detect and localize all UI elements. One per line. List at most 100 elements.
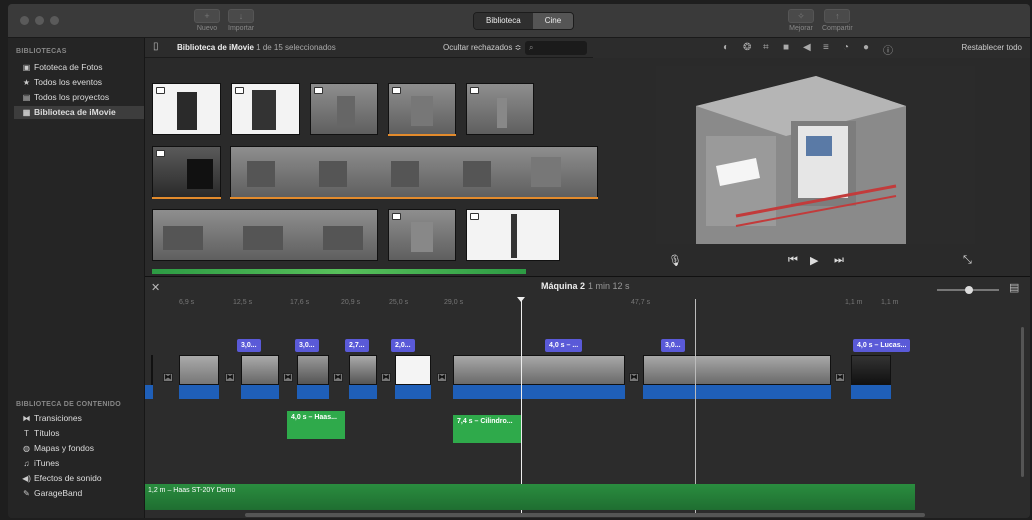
transition-icon[interactable]: ⧓ [283,373,293,382]
clip-thumbnail[interactable] [466,83,534,135]
close-timeline-icon[interactable]: ✕ [151,281,160,294]
speed-icon[interactable]: ◔ [843,42,849,53]
window-controls[interactable] [20,16,59,25]
enhance-button[interactable]: ✧ Mejorar [788,9,814,32]
zoom-slider[interactable] [937,286,999,294]
timeline: ✕ Máquina 21 min 12 s ▤ 6,9 s 12,5 s 17,… [145,276,1030,518]
transition-icon[interactable]: ⧓ [629,373,639,382]
clip-filmstrip[interactable] [230,146,598,198]
video-clip[interactable] [643,355,831,385]
clip-filter-icon[interactable]: ● [863,42,869,53]
import-icon: ↓ [228,9,255,23]
minimize-window-button[interactable] [35,16,44,25]
tab-library[interactable]: Biblioteca [474,13,533,29]
title-clip[interactable]: 3,0... [237,339,261,352]
info-icon[interactable]: ⓘ [883,42,893,57]
video-clip[interactable] [151,355,153,385]
sidebar-item-all-events[interactable]: ★ Todos los eventos [14,76,144,89]
transition-icon[interactable]: ⧓ [333,373,343,382]
sidebar-item-imovie-library[interactable]: ▦ Biblioteca de iMovie [14,106,144,119]
clip-thumbnail[interactable] [152,146,221,198]
clip-filmstrip[interactable] [152,209,378,261]
video-clip[interactable] [241,355,279,385]
sidebar-item-garageband[interactable]: ✎ GarageBand [14,487,144,500]
machine-shape [531,157,561,187]
sidebar-item-all-projects[interactable]: ▤ Todos los proyectos [14,91,144,104]
title-clip[interactable]: 4,0 s – Lucas... [853,339,911,352]
sidebar-item-label: Efectos de sonido [34,473,102,483]
color-correction-icon[interactable]: ❂ [743,42,751,53]
transition-icon[interactable]: ⧓ [437,373,447,382]
transition-icon[interactable]: ⧓ [163,373,173,382]
crop-icon[interactable]: ⌗ [763,42,769,53]
title-clip[interactable]: 2,7... [345,339,369,352]
search-input[interactable]: ⌕ [525,41,587,55]
zoom-window-button[interactable] [50,16,59,25]
title-clip[interactable]: 3,0... [295,339,319,352]
clip-thumbnail[interactable] [388,209,456,261]
skip-back-icon[interactable]: ⏮ [788,254,798,267]
clip-thumbnail[interactable] [231,83,300,135]
new-button[interactable]: + Nuevo [194,9,220,32]
title-clip[interactable]: 2,0... [391,339,415,352]
video-clip[interactable] [395,355,431,385]
close-window-button[interactable] [20,16,29,25]
play-icon[interactable]: ▶ [810,254,818,267]
color-balance-icon[interactable]: ◐ [723,42,729,53]
volume-icon[interactable]: ◀ [803,42,811,53]
video-clip[interactable] [851,355,891,385]
video-clip[interactable] [297,355,329,385]
library-cinema-switch: Biblioteca Cine [473,12,575,30]
overlay-clip[interactable]: 4,0 s – Haas... [287,411,345,425]
audio-clip-strip[interactable] [152,269,526,274]
title-clip[interactable]: 3,0... [661,339,685,352]
video-viewer[interactable] [656,66,975,244]
sidebar-item-transitions[interactable]: ⧓ Transiciones [14,412,144,425]
import-button[interactable]: ↓ Importar [228,9,254,32]
clip-thumbnail[interactable] [310,83,378,135]
overlay-clip-body[interactable] [287,425,345,439]
zoom-slider-knob[interactable] [965,286,973,294]
selection-range [230,197,598,199]
transition-icon[interactable]: ⧓ [381,373,391,382]
clip-thumbnail[interactable] [466,209,560,261]
voiceover-icon[interactable]: 🎙 [668,254,682,267]
filmstrip-settings-icon[interactable]: ▤ [1009,281,1019,294]
sidebar-item-itunes[interactable]: ♫ iTunes [14,457,144,470]
transition-icon[interactable]: ⧓ [835,373,845,382]
rejected-filter[interactable]: Ocultar rechazados ≎ [443,43,521,52]
sidebar-item-sound-effects[interactable]: ◀) Efectos de sonido [14,472,144,485]
timeline-scrollbar[interactable] [245,513,925,517]
sidebar-item-photos[interactable]: ▣ Fototeca de Fotos [14,61,144,74]
machine-shape [463,161,491,187]
library-info: Biblioteca de iMovie 1 de 15 seleccionad… [177,43,336,52]
playhead-marker[interactable] [517,297,525,302]
machine-shape [252,90,276,130]
title-clip[interactable]: 4,0 s – ... [545,339,583,352]
overlay-clip[interactable]: 7,4 s – Cilindro... [453,415,521,429]
camera-icon [156,150,165,157]
skip-forward-icon[interactable]: ⏭ [834,254,844,267]
noise-reduction-icon[interactable]: ≡ [823,42,829,53]
clip-thumbnail[interactable] [388,83,456,135]
video-clip[interactable] [349,355,377,385]
playhead[interactable] [521,299,522,514]
background-music-track[interactable]: 1,2 m – Haas ST-20Y Demo [145,484,915,510]
sidebar-item-titles[interactable]: T Títulos [14,427,144,440]
fullscreen-icon[interactable]: ⤡ [963,254,972,267]
overlay-clip-body[interactable] [453,429,521,443]
clip-thumbnail[interactable] [152,83,221,135]
transition-icon[interactable]: ⧓ [225,373,235,382]
tab-cinema[interactable]: Cine [532,13,574,29]
sidebar-item-label: Todos los eventos [34,77,103,87]
clip-audio [395,385,431,399]
video-clip[interactable] [453,355,625,385]
sidebar-toggle-icon[interactable]: ▯ [153,41,159,52]
share-button[interactable]: ↑ Compartir [822,9,853,32]
stabilization-icon[interactable]: ■ [783,42,789,53]
video-clip[interactable] [179,355,219,385]
sidebar-item-maps[interactable]: ◍ Mapas y fondos [14,442,144,455]
timeline-vertical-scrollbar[interactable] [1021,327,1024,477]
reset-all-button[interactable]: Restablecer todo [962,43,1022,52]
sidebar-item-label: Mapas y fondos [34,443,95,453]
